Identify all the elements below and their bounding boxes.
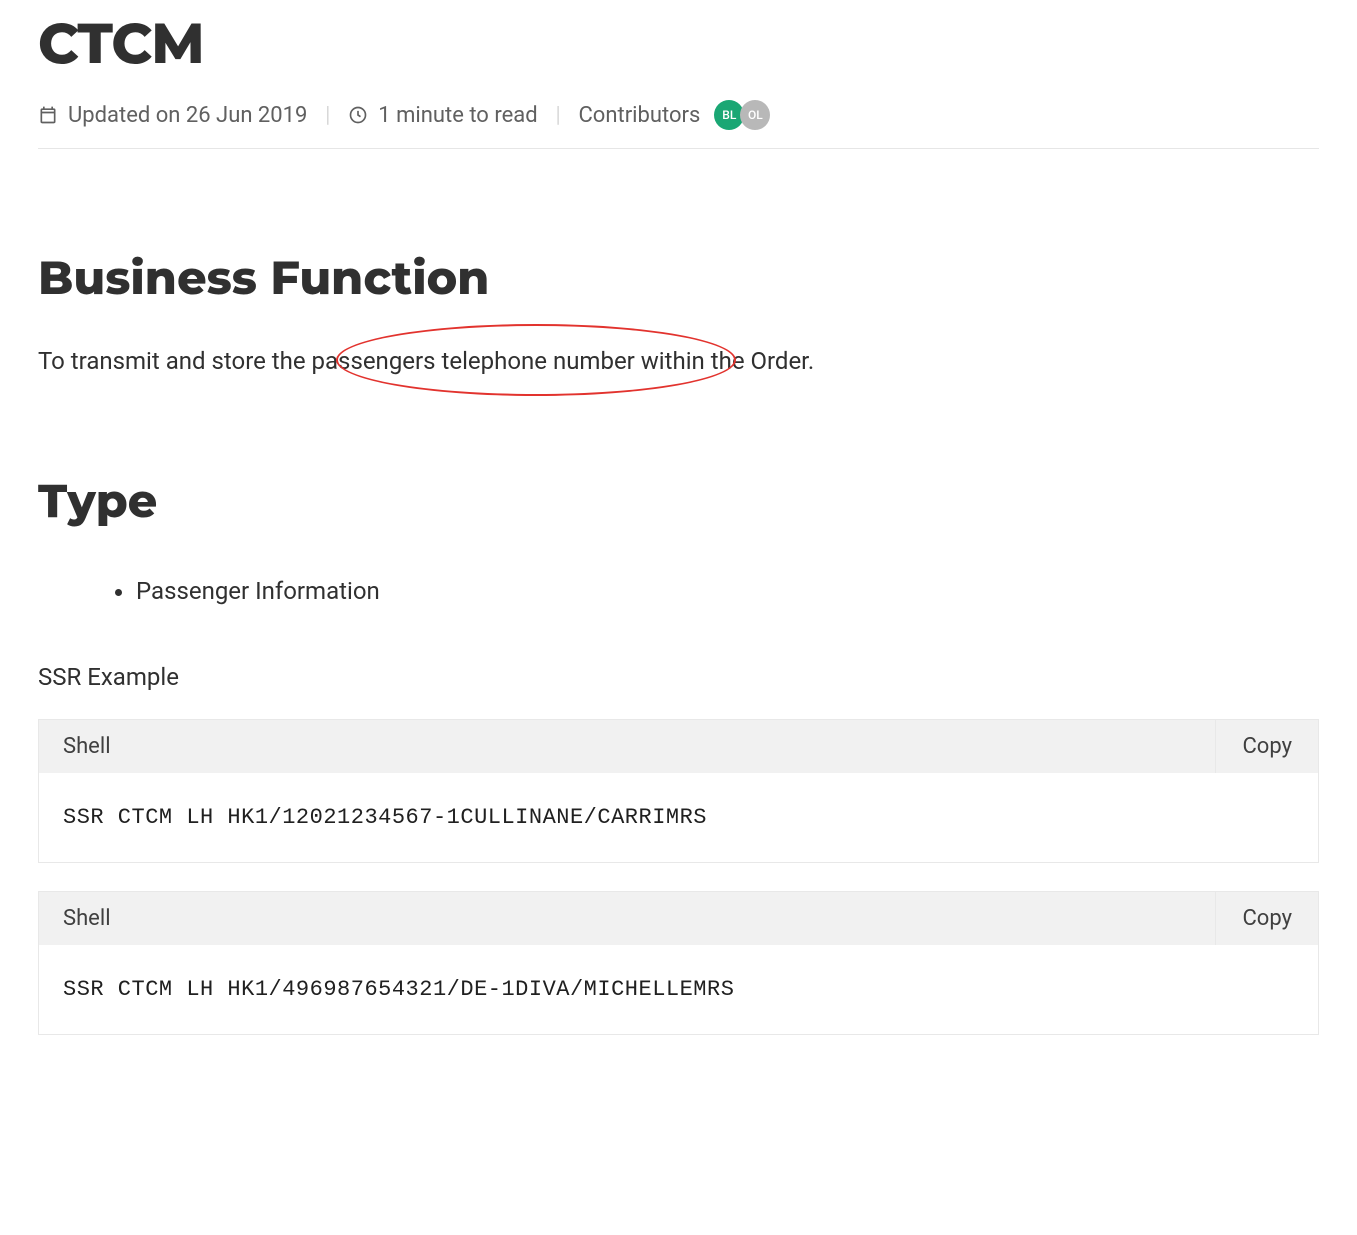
code-block: ShellCopySSR CTCM LH HK1/12021234567-1CU… bbox=[38, 719, 1319, 863]
code-content: SSR CTCM LH HK1/12021234567-1CULLINANE/C… bbox=[39, 773, 1318, 862]
page-title: CTCM bbox=[38, 10, 1319, 78]
code-block-header: ShellCopy bbox=[39, 892, 1318, 945]
avatar[interactable]: OL bbox=[740, 100, 770, 130]
code-block: ShellCopySSR CTCM LH HK1/496987654321/DE… bbox=[38, 891, 1319, 1035]
section-heading-type: Type bbox=[38, 472, 1319, 529]
clock-icon bbox=[348, 105, 368, 125]
copy-button[interactable]: Copy bbox=[1215, 720, 1318, 773]
contributors-avatars: BLOL bbox=[710, 100, 770, 130]
meta-row: Updated on 26 Jun 2019 | 1 minute to rea… bbox=[38, 100, 1319, 149]
contributors-label: Contributors bbox=[578, 103, 700, 128]
updated-on-text: Updated on 26 Jun 2019 bbox=[68, 103, 307, 128]
type-list: Passenger Information bbox=[136, 577, 1319, 605]
business-function-text-content: To transmit and store the passengers tel… bbox=[38, 347, 814, 375]
read-time-text: 1 minute to read bbox=[378, 103, 537, 128]
code-lang-label: Shell bbox=[39, 720, 1215, 773]
meta-updated: Updated on 26 Jun 2019 bbox=[38, 103, 307, 128]
meta-separator: | bbox=[325, 103, 330, 128]
code-content: SSR CTCM LH HK1/496987654321/DE-1DIVA/MI… bbox=[39, 945, 1318, 1034]
calendar-icon bbox=[38, 105, 58, 125]
section-heading-business-function: Business Function bbox=[38, 249, 1319, 306]
meta-contributors: Contributors BLOL bbox=[578, 100, 770, 130]
copy-button[interactable]: Copy bbox=[1215, 892, 1318, 945]
meta-separator: | bbox=[556, 103, 561, 128]
ssr-example-label: SSR Example bbox=[38, 663, 1319, 691]
code-lang-label: Shell bbox=[39, 892, 1215, 945]
code-block-header: ShellCopy bbox=[39, 720, 1318, 773]
meta-readtime: 1 minute to read bbox=[348, 103, 537, 128]
business-function-text: To transmit and store the passengers tel… bbox=[38, 342, 1319, 380]
list-item: Passenger Information bbox=[136, 577, 1319, 605]
